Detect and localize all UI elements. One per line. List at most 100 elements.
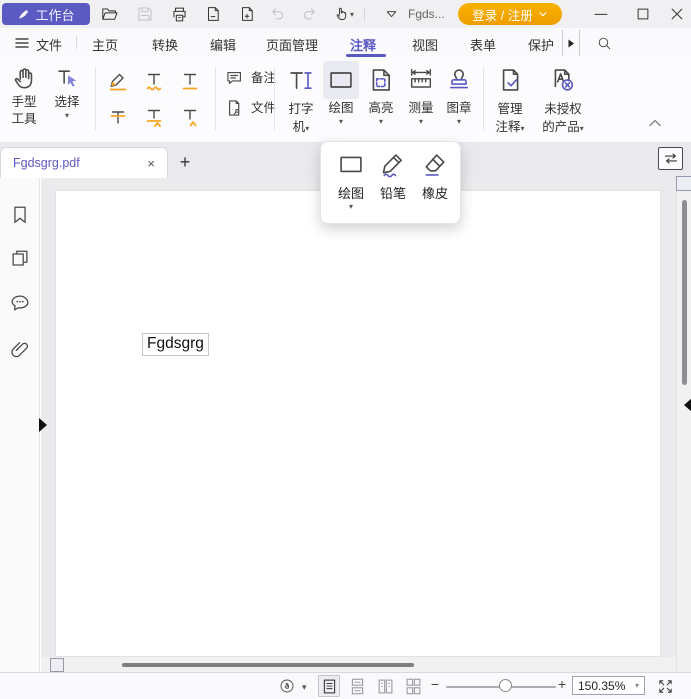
underline-text-button[interactable] [175,66,205,96]
right-triangle-icon [39,418,47,432]
ribbon-divider [483,68,484,130]
new-document-button[interactable] [234,2,260,26]
undo-button[interactable] [264,2,290,26]
continuous-view-button[interactable] [346,675,368,697]
comments-panel-button[interactable] [9,292,31,314]
unauthorized-product-button[interactable]: 未授权 的产品▾ [534,62,592,136]
scrollbar-corner-box[interactable] [50,658,64,672]
popup-pencil-button[interactable]: 铅笔 [373,150,413,202]
navigation-sidebar [0,178,40,672]
ribbon-divider [215,68,216,130]
horizontal-scrollbar-thumb[interactable] [122,663,414,667]
drawing-label: 绘图 [322,100,360,117]
unauthorized-product-icon [534,62,592,98]
document-tab-label: Fgdsgrg.pdf [13,156,80,170]
attachments-panel-button[interactable] [9,338,31,360]
zoom-combobox-caret-icon[interactable]: ▾ [635,681,639,690]
replace-text-button[interactable] [139,102,169,132]
stamp-label: 图章 [440,100,478,117]
document-tab[interactable]: Fgdsgrg.pdf × [0,147,168,178]
zoom-level-value: 150.35% [578,679,625,693]
note-button[interactable]: 备注 [225,68,276,88]
zoom-level-combobox[interactable]: 150.35% ▾ [572,676,645,695]
facing-view-button[interactable] [374,675,396,697]
popup-eraser-button[interactable]: 橡皮 [415,150,455,202]
page-text-annotation[interactable]: Fgdsgrg [142,333,209,356]
fullscreen-button[interactable] [653,675,677,697]
bookmarks-panel-button[interactable] [9,204,31,226]
close-window-button[interactable] [664,2,690,26]
menu-convert[interactable]: 转换 [152,35,178,54]
menu-home[interactable]: 主页 [92,35,118,54]
open-file-button[interactable] [96,2,122,26]
single-page-view-button[interactable] [318,675,340,697]
menu-view[interactable]: 视图 [412,35,438,54]
touch-mode-caret-icon: ▾ [350,10,354,19]
workspace-button[interactable]: 工作台 [2,3,90,25]
note-label: 备注 [251,70,276,87]
pdf-editor-window: 工作台 ▾ Fgds... [0,0,691,699]
save-button[interactable] [132,2,158,26]
menu-page-management[interactable]: 页面管理 [266,35,318,54]
new-tab-button[interactable]: + [174,151,196,173]
insert-text-button[interactable] [175,102,205,132]
minimize-button[interactable] [588,2,614,26]
active-tab-underline [346,54,386,57]
menu-comment[interactable]: 注释 [350,35,376,54]
hamburger-icon[interactable] [15,37,29,49]
pencil-icon [373,150,413,180]
typewriter-button[interactable]: 打字 机▾ [282,62,320,136]
typewriter-icon [282,62,320,98]
login-label: 登录 / 注册 [472,5,532,24]
hand-tool-button[interactable]: 手型 工具 [4,62,44,128]
attach-file-label: 文件 [251,100,276,117]
view-mode-button[interactable] [276,675,298,697]
notification-chevron-button[interactable] [378,2,404,26]
squiggly-underline-button[interactable] [139,66,169,96]
stamp-button[interactable]: 图章 ▾ [440,62,478,126]
menu-form[interactable]: 表单 [470,35,496,54]
vertical-scrollbar-thumb[interactable] [682,200,687,385]
highlight-text-button[interactable] [103,66,133,96]
redo-button[interactable] [296,2,322,26]
menu-file[interactable]: 文件 [36,35,62,54]
select-tool-button[interactable]: 选择 ▾ [46,62,88,120]
print-button[interactable] [166,2,192,26]
vertical-scrollbar[interactable] [676,178,691,672]
drawing-button[interactable]: 绘图 ▾ [322,62,360,126]
manage-comments-button[interactable]: 管理 注释▾ [488,62,532,136]
search-icon[interactable] [596,35,613,52]
expand-right-panel-handle[interactable] [684,398,691,412]
collapse-ribbon-button[interactable] [648,118,662,128]
zoom-in-button[interactable]: + [555,676,569,692]
facing-continuous-view-button[interactable] [402,675,424,697]
note-icon [225,68,245,88]
pdf-page[interactable]: Fgdsgrg [55,190,661,657]
highlight-area-button[interactable]: 高亮 ▾ [362,62,400,126]
menu-protect[interactable]: 保护 [528,35,554,54]
document-viewer[interactable]: Fgdsgrg [41,178,676,657]
horizontal-scrollbar[interactable] [41,657,676,672]
zoom-slider-thumb[interactable] [499,679,512,692]
overflow-arrow-icon [568,39,575,48]
ribbon-divider [95,68,96,130]
scrollbar-top-box[interactable] [676,176,691,191]
strikethrough-text-button[interactable] [103,102,133,132]
measure-button[interactable]: 测量 ▾ [402,62,440,126]
menu-overflow-button[interactable] [562,30,580,56]
file-attachment-icon [225,98,245,118]
attach-file-button[interactable]: 文件 [225,98,276,118]
maximize-button[interactable] [630,2,656,26]
popup-drawing-button[interactable]: 绘图 ▾ [331,150,371,211]
zoom-out-button[interactable]: − [428,676,442,692]
login-register-button[interactable]: 登录 / 注册 [458,3,562,25]
pages-panel-button[interactable] [9,248,31,270]
close-tab-icon[interactable]: × [147,156,155,171]
close-document-button[interactable] [200,2,226,26]
view-mode-caret-icon[interactable]: ▾ [302,682,307,693]
menu-edit[interactable]: 编辑 [210,35,236,54]
toggle-panels-button[interactable] [658,147,683,170]
expand-sidebar-handle[interactable] [39,418,47,432]
highlight-area-caret-icon: ▾ [362,117,400,126]
touch-mode-button[interactable]: ▾ [326,2,360,26]
